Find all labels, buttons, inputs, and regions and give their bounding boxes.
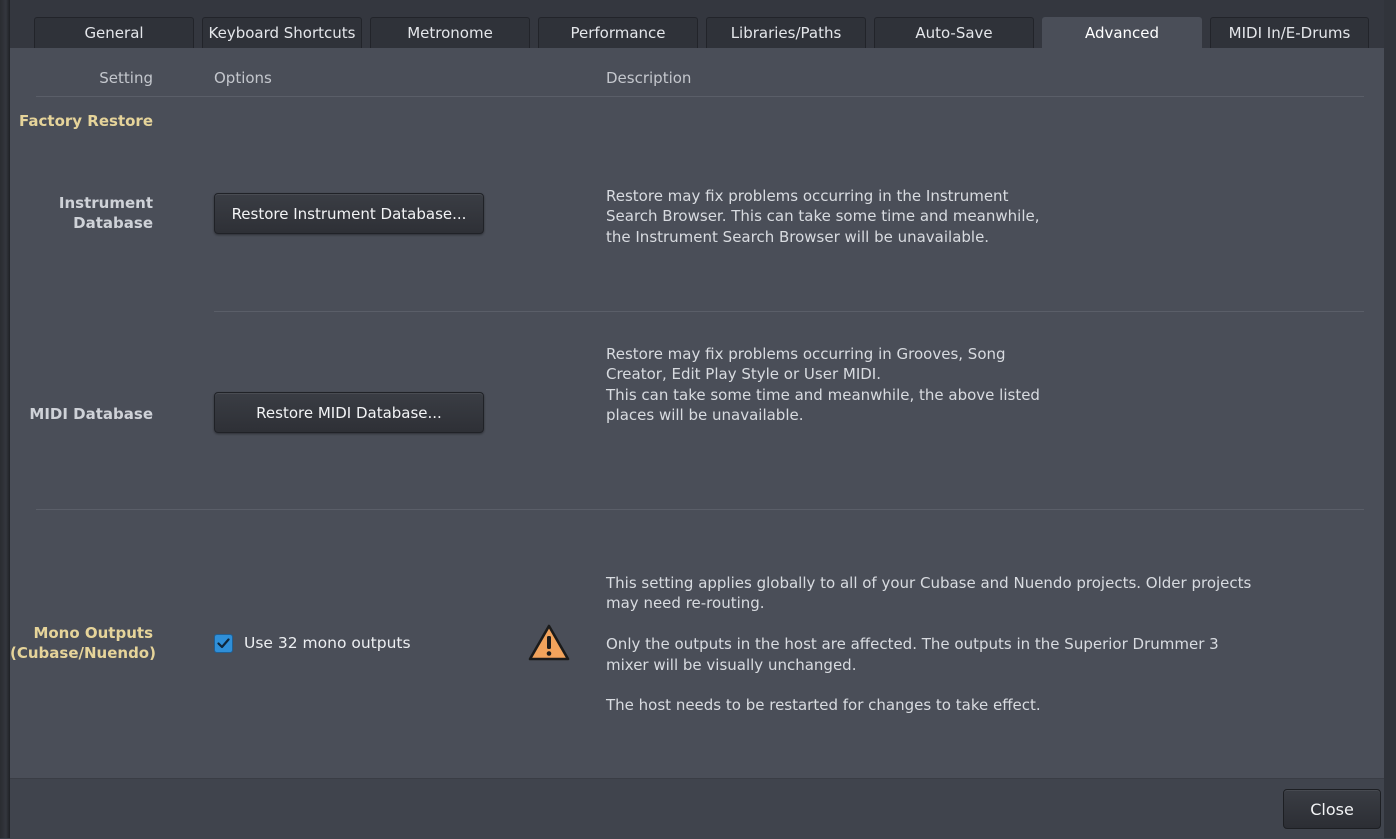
- section-divider: [36, 509, 1364, 510]
- section-title-factory-restore: Factory Restore: [19, 112, 153, 130]
- window-right-border: [1384, 0, 1396, 838]
- restore-instrument-database-button[interactable]: Restore Instrument Database...: [214, 193, 484, 234]
- footer-bar: [10, 778, 1384, 839]
- warning-icon: [528, 624, 570, 661]
- tab-keyboard-shortcuts[interactable]: Keyboard Shortcuts: [202, 17, 362, 48]
- use-mono-outputs-checkbox[interactable]: [214, 634, 233, 653]
- instrument-database-description: Restore may fix problems occurring in th…: [606, 187, 1040, 246]
- checkmark-icon: [217, 638, 230, 649]
- column-header-description: Description: [606, 69, 692, 87]
- tab-bar: General Keyboard Shortcuts Metronome Per…: [10, 0, 1384, 48]
- column-header-setting: Setting: [99, 69, 153, 87]
- row-divider: [214, 311, 1364, 312]
- preferences-window: General Keyboard Shortcuts Metronome Per…: [0, 0, 1396, 839]
- tab-general[interactable]: General: [34, 17, 194, 48]
- setting-label-midi-database: MIDI Database: [29, 405, 153, 423]
- restore-midi-database-button[interactable]: Restore MIDI Database...: [214, 392, 484, 433]
- header-divider: [36, 96, 1364, 97]
- tab-midi-in-e-drums[interactable]: MIDI In/E-Drums: [1210, 17, 1369, 48]
- setting-label-mono-outputs: Mono Outputs (Cubase/Nuendo): [10, 624, 156, 662]
- column-header-options: Options: [214, 69, 272, 87]
- tab-auto-save[interactable]: Auto-Save: [874, 17, 1034, 48]
- window-left-border: [0, 0, 10, 838]
- tab-libraries-paths[interactable]: Libraries/Paths: [706, 17, 866, 48]
- setting-label-instrument-database: Instrument Database: [58, 194, 153, 232]
- tab-performance[interactable]: Performance: [538, 17, 698, 48]
- tab-metronome[interactable]: Metronome: [370, 17, 530, 48]
- mono-outputs-description: This setting applies globally to all of …: [606, 574, 1252, 715]
- use-mono-outputs-label[interactable]: Use 32 mono outputs: [244, 634, 411, 652]
- close-button[interactable]: Close: [1283, 789, 1381, 829]
- tab-advanced[interactable]: Advanced: [1042, 17, 1202, 48]
- midi-database-description: Restore may fix problems occurring in Gr…: [606, 345, 1040, 425]
